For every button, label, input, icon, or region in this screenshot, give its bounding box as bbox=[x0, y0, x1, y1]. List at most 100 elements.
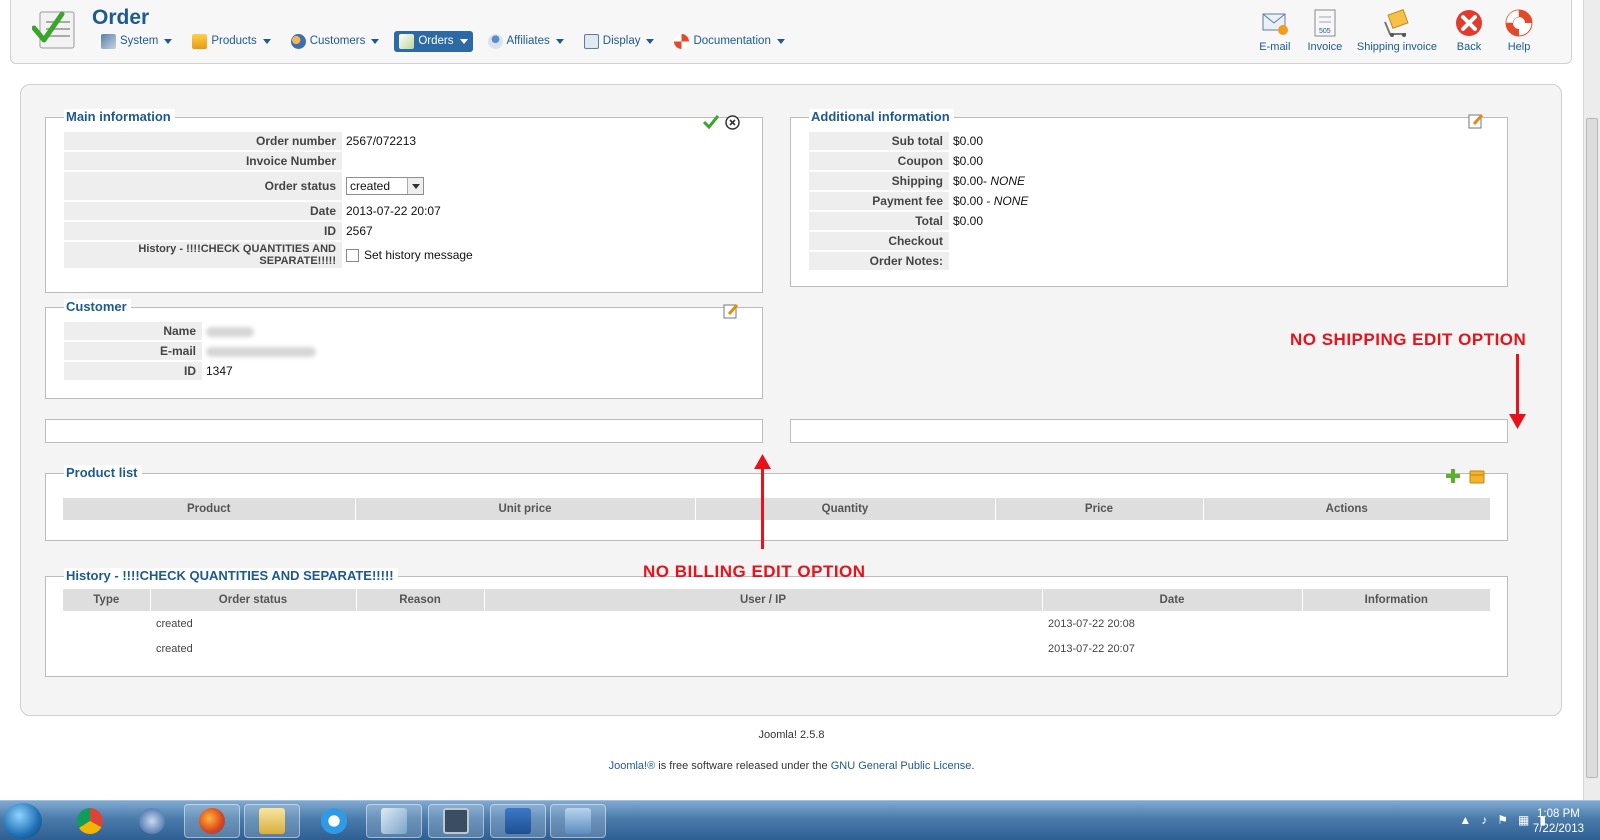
col-product[interactable]: Product bbox=[63, 498, 356, 520]
joomla-link[interactable]: Joomla!® bbox=[609, 760, 656, 772]
set-history-checkbox[interactable] bbox=[346, 249, 359, 263]
display-icon bbox=[583, 33, 599, 49]
save-check-icon[interactable] bbox=[702, 114, 720, 130]
col-user-ip[interactable]: User / IP bbox=[484, 589, 1043, 611]
app-window-icon bbox=[381, 808, 407, 834]
product-box-icon[interactable] bbox=[1469, 468, 1485, 484]
help-button[interactable]: Help bbox=[1501, 8, 1537, 53]
col-quantity[interactable]: Quantity bbox=[695, 498, 996, 520]
col-unit-price[interactable]: Unit price bbox=[355, 498, 696, 520]
customer-legend: Customer bbox=[64, 299, 131, 314]
back-button[interactable]: Back bbox=[1451, 8, 1487, 53]
history-information bbox=[1302, 636, 1491, 661]
history-user-ip bbox=[484, 636, 1042, 661]
gpl-link[interactable]: GNU General Public License bbox=[831, 760, 972, 772]
edit-additional-icon[interactable] bbox=[1467, 112, 1485, 130]
invoice-button[interactable]: 505 Invoice bbox=[1307, 8, 1343, 53]
menu-orders[interactable]: Orders bbox=[394, 30, 473, 52]
menu-customers-label: Customers bbox=[309, 35, 366, 47]
page-scrollbar[interactable] bbox=[1583, 0, 1600, 800]
payment-fee-row: Payment fee $0.00 - NONE bbox=[809, 192, 1028, 210]
col-type[interactable]: Type bbox=[63, 589, 151, 611]
task-explorer[interactable] bbox=[244, 804, 300, 838]
menu-documentation[interactable]: Documentation bbox=[669, 31, 789, 52]
back-icon bbox=[1456, 10, 1482, 36]
history-date: 2013-07-22 20:08 bbox=[1048, 617, 1135, 630]
chevron-down-icon bbox=[407, 178, 423, 194]
main-menu: System Products Customers Orders Affilia… bbox=[96, 30, 790, 52]
tray-chevron-icon[interactable]: ▲ bbox=[1459, 813, 1471, 827]
task-monitor[interactable] bbox=[428, 804, 484, 838]
clock[interactable]: 1:08 PM 7/22/2013 bbox=[1533, 807, 1584, 837]
invoice-number-label: Invoice Number bbox=[64, 152, 342, 170]
page-title: Order bbox=[92, 6, 150, 29]
task-chrome[interactable] bbox=[62, 804, 118, 838]
network-icon[interactable]: ▦ bbox=[1518, 813, 1529, 827]
customer-id-label: ID bbox=[64, 362, 202, 380]
users-icon bbox=[290, 33, 306, 49]
payment-fee-value: $0.00 - bbox=[953, 194, 991, 208]
add-product-icon[interactable] bbox=[1445, 468, 1461, 484]
payment-fee-label: Payment fee bbox=[809, 192, 949, 210]
col-information[interactable]: Information bbox=[1302, 589, 1491, 611]
clock-time: 1:08 PM bbox=[1537, 808, 1580, 820]
col-price[interactable]: Price bbox=[995, 498, 1204, 520]
scrollbar-thumb[interactable] bbox=[1586, 118, 1598, 778]
col-date[interactable]: Date bbox=[1042, 589, 1303, 611]
start-button[interactable] bbox=[4, 803, 42, 839]
history-header: Type Order status Reason User / IP Date … bbox=[63, 589, 1491, 611]
coupon-label: Coupon bbox=[809, 152, 949, 170]
order-id-label: ID bbox=[64, 222, 342, 240]
task-remote[interactable] bbox=[550, 804, 606, 838]
menu-system[interactable]: System bbox=[96, 31, 177, 52]
order-id-value: 2567 bbox=[346, 224, 373, 238]
menu-products[interactable]: Products bbox=[187, 31, 275, 52]
col-actions[interactable]: Actions bbox=[1203, 498, 1491, 520]
remote-desktop-icon bbox=[565, 808, 591, 834]
shipping-invoice-button[interactable]: Shipping invoice bbox=[1357, 8, 1437, 53]
sub-total-label: Sub total bbox=[809, 132, 949, 150]
task-thunderbird[interactable] bbox=[124, 804, 180, 838]
shipping-label: Shipping bbox=[809, 172, 949, 190]
invoice-icon-badge: 505 bbox=[1319, 28, 1331, 35]
menu-orders-label: Orders bbox=[418, 35, 454, 47]
windows-taskbar: ▲ ♪ ⚑ ▦ ▮ 1:08 PM 7/22/2013 bbox=[0, 800, 1600, 840]
menu-display[interactable]: Display bbox=[579, 31, 660, 52]
main-information-table: Order number 2567/072213 Invoice Number … bbox=[64, 130, 473, 270]
order-status-select[interactable]: created bbox=[346, 177, 424, 195]
sub-total-row: Sub total $0.00 bbox=[809, 132, 1028, 150]
customer-name-row: Name bbox=[64, 322, 316, 340]
task-firefox[interactable] bbox=[184, 804, 240, 838]
date-label: Date bbox=[64, 202, 342, 220]
edit-customer-icon[interactable] bbox=[722, 302, 740, 320]
order-id-row: ID 2567 bbox=[64, 222, 473, 240]
col-order-status[interactable]: Order status bbox=[150, 589, 357, 611]
menu-affiliates[interactable]: Affiliates bbox=[483, 31, 569, 52]
task-word[interactable] bbox=[490, 804, 546, 838]
email-button[interactable]: E-mail bbox=[1257, 8, 1293, 53]
order-number-label: Order number bbox=[64, 132, 342, 150]
customer-id-value: 1347 bbox=[206, 364, 233, 378]
flag-icon[interactable]: ⚑ bbox=[1497, 813, 1508, 827]
order-status-label: Order status bbox=[64, 172, 342, 200]
cancel-icon[interactable] bbox=[725, 115, 740, 130]
task-app[interactable] bbox=[366, 804, 422, 838]
order-number-row: Order number 2567/072213 bbox=[64, 132, 473, 150]
no-billing-edit-annotation: NO BILLING EDIT OPTION bbox=[643, 562, 866, 581]
license-text: is free software released under the bbox=[655, 760, 831, 772]
no-shipping-edit-annotation: NO SHIPPING EDIT OPTION bbox=[1290, 330, 1527, 349]
customer-table: Name E-mail ID 1347 bbox=[64, 320, 316, 382]
shipping-invoice-button-label: Shipping invoice bbox=[1356, 41, 1437, 53]
box-icon bbox=[192, 33, 208, 49]
order-notes-row: Order Notes: bbox=[809, 252, 1028, 270]
menu-customers[interactable]: Customers bbox=[286, 31, 385, 52]
col-reason[interactable]: Reason bbox=[356, 589, 485, 611]
volume-icon[interactable]: ♪ bbox=[1481, 813, 1487, 827]
customer-fieldset: Customer Name E-mail ID 1347 bbox=[45, 299, 763, 399]
history-type bbox=[63, 636, 150, 661]
menu-affiliates-label: Affiliates bbox=[506, 35, 550, 47]
history-status: created bbox=[156, 617, 193, 630]
menu-documentation-label: Documentation bbox=[693, 35, 771, 47]
task-ie[interactable] bbox=[306, 804, 362, 838]
customer-email-redacted bbox=[206, 346, 316, 357]
